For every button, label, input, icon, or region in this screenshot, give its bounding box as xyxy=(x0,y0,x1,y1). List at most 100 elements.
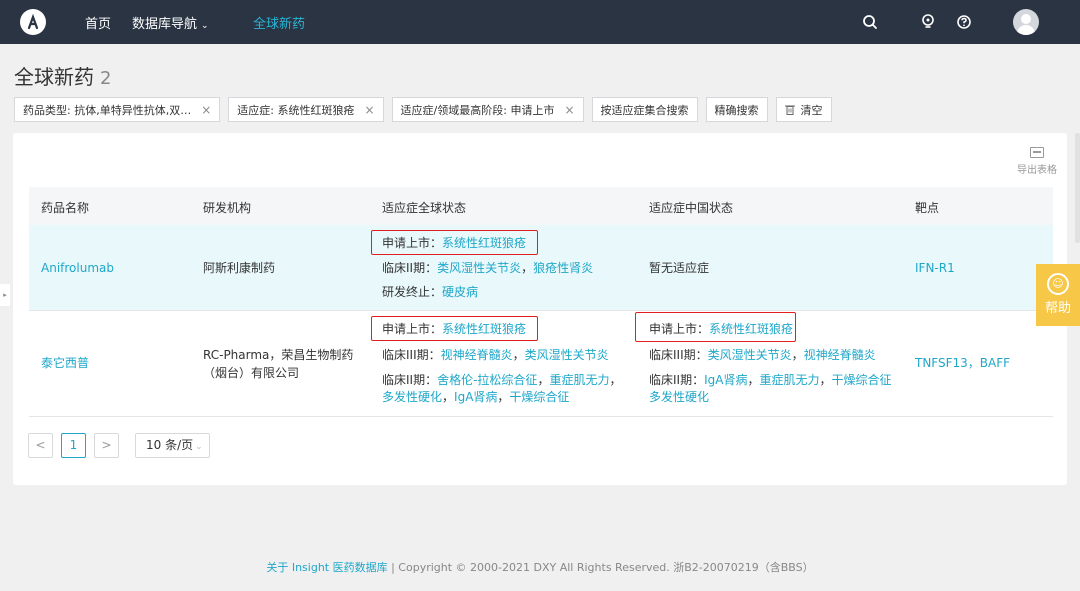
about-link[interactable]: 关于 Insight 医药数据库 xyxy=(266,561,387,574)
stage-label: 临床III期： xyxy=(649,348,708,362)
drug-name-link[interactable]: 泰它西普 xyxy=(41,355,89,372)
stage-label: 临床II期： xyxy=(382,373,438,387)
stage-label: 申请上市： xyxy=(382,236,443,250)
result-count: 2 xyxy=(100,68,112,89)
stage-label: 临床II期： xyxy=(649,373,705,387)
organization: 阿斯利康制药 xyxy=(203,261,276,275)
chevron-down-icon: ⌄ xyxy=(195,442,203,452)
china-status-line: 临床II期：IgA肾病，重症肌无力，干燥综合征 xyxy=(649,373,892,387)
drug-name-link[interactable]: Anifrolumab xyxy=(41,260,114,277)
next-page-button[interactable]: > xyxy=(94,433,119,458)
china-status-line: 临床III期：类风湿性关节炎，视神经脊髓炎 xyxy=(649,348,876,362)
global-status-line: 申请上市：系统性红斑狼疮 xyxy=(382,235,526,252)
indication-link[interactable]: 狼疮性肾炎 xyxy=(533,261,593,275)
header-organization: 研发机构 xyxy=(203,201,252,215)
chevron-down-icon: ⌄ xyxy=(201,21,209,31)
filter-chip-drug-type[interactable]: 药品类型: 抗体,单特异性抗体,双… × xyxy=(14,97,221,122)
stage-label: 临床II期： xyxy=(382,261,438,275)
indication-link[interactable]: 多发性硬化 xyxy=(382,390,442,404)
prev-page-button[interactable]: < xyxy=(28,433,53,458)
indication-link[interactable]: 类风湿性关节炎 xyxy=(525,348,609,362)
global-status-line: 临床II期：舍格伦-拉松综合征，重症肌无力， xyxy=(382,373,622,387)
global-status-line: 研发终止：硬皮病 xyxy=(382,284,478,301)
global-status-line: 申请上市：系统性红斑狼疮 xyxy=(382,321,526,338)
search-icon[interactable] xyxy=(860,12,880,32)
clear-button[interactable]: 清空 xyxy=(775,97,832,122)
precise-search-button[interactable]: 精确搜索 xyxy=(705,97,768,122)
china-status-line: 申请上市：系统性红斑狼疮 xyxy=(649,321,793,338)
indication-link[interactable]: 系统性红斑狼疮 xyxy=(442,322,526,336)
filter-chip-label: 适应症/领域最高阶段: 申请上市 xyxy=(400,103,555,117)
filter-chip-indication[interactable]: 适应症: 系统性红斑狼疮 × xyxy=(228,97,384,122)
stage-label: 研发终止： xyxy=(382,285,443,299)
filter-bar: 药品类型: 抗体,单特异性抗体,双… × 适应症: 系统性红斑狼疮 × 适应症/领域… xyxy=(14,97,832,122)
indication-link[interactable]: 多发性硬化 xyxy=(649,390,709,404)
indication-link[interactable]: 视神经脊髓炎 xyxy=(441,348,513,362)
china-status-line: 多发性硬化 xyxy=(649,389,709,406)
help-label: 帮助 xyxy=(1044,301,1071,316)
indication-link[interactable]: IgA肾病 xyxy=(704,373,747,387)
header-china-status: 适应症中国状态 xyxy=(649,201,734,215)
side-expand-tab[interactable]: ▸ xyxy=(0,284,10,306)
stage-label: 申请上市： xyxy=(382,322,443,336)
indication-link[interactable]: 干燥综合征 xyxy=(509,390,569,404)
logo[interactable] xyxy=(20,9,46,35)
indication-link[interactable]: IgA肾病 xyxy=(454,390,497,404)
table-header: 药品名称 研发机构 适应症全球状态 适应症中国状态 靶点 xyxy=(29,187,1053,225)
global-status-line: 临床III期：视神经脊髓炎，类风湿性关节炎 xyxy=(382,348,609,362)
indication-link[interactable]: 重症肌无力 xyxy=(759,373,819,387)
nav-database-navigation-label: 数据库导航 xyxy=(132,17,198,32)
results-card: 导出表格 药品名称 研发机构 适应症全球状态 适应症中国状态 靶点 Anifro… xyxy=(13,133,1067,485)
indication-link[interactable]: 重症肌无力 xyxy=(549,373,609,387)
filter-chip-label: 药品类型: 抗体,单特异性抗体,双… xyxy=(23,103,192,117)
export-icon xyxy=(1030,147,1044,158)
search-by-indication-set-button[interactable]: 按适应症集合搜索 xyxy=(591,97,698,122)
global-status-line: 临床II期：类风湿性关节炎，狼疮性肾炎 xyxy=(382,261,594,275)
footer: 关于 Insight 医药数据库 | Copyright © 2000-2021… xyxy=(0,559,1080,575)
trash-icon xyxy=(784,104,795,115)
scrollbar[interactable] xyxy=(1075,133,1080,243)
indication-link[interactable]: 视神经脊髓炎 xyxy=(804,348,876,362)
copyright-text: | Copyright © 2000-2021 DXY All Rights R… xyxy=(387,561,814,574)
global-status-line: 多发性硬化，IgA肾病，干燥综合征 xyxy=(382,390,570,404)
help-button[interactable]: ☺ 帮助 xyxy=(1036,264,1080,326)
header-drug-name: 药品名称 xyxy=(41,201,90,215)
page-button-current[interactable]: 1 xyxy=(61,433,86,458)
organization-line: RC-Pharma，荣昌生物制药 xyxy=(203,348,354,362)
indication-link[interactable]: 类风湿性关节炎 xyxy=(437,261,521,275)
stage-label: 申请上市： xyxy=(649,322,710,336)
indication-link[interactable]: 系统性红斑狼疮 xyxy=(442,236,526,250)
nav-global-new-drugs[interactable]: 全球新药 xyxy=(253,13,305,32)
indication-link[interactable]: 类风湿性关节炎 xyxy=(708,348,792,362)
top-navigation-bar: 首页 数据库导航 ⌄ 全球新药 xyxy=(0,0,1080,44)
indication-link[interactable]: 舍格伦-拉松综合征 xyxy=(437,373,537,387)
target-link[interactable]: TNFSF13，BAFF xyxy=(915,355,1010,372)
indication-link[interactable]: 硬皮病 xyxy=(442,285,478,299)
filter-chip-label: 适应症: 系统性红斑狼疮 xyxy=(237,103,355,117)
export-table-button[interactable]: 导出表格 xyxy=(1013,147,1061,176)
header-global-status: 适应症全球状态 xyxy=(382,201,467,215)
page-title-text: 全球新药 xyxy=(14,65,94,89)
close-icon[interactable]: × xyxy=(201,103,211,117)
organization-line: （烟台）有限公司 xyxy=(203,366,300,380)
indication-link[interactable]: 系统性红斑狼疮 xyxy=(709,322,793,336)
indication-link[interactable]: 干燥综合征 xyxy=(832,373,892,387)
china-status-empty: 暂无适应症 xyxy=(649,261,710,275)
filter-chip-highest-stage[interactable]: 适应症/领域最高阶段: 申请上市 × xyxy=(391,97,584,122)
clear-label: 清空 xyxy=(800,103,823,117)
close-icon[interactable]: × xyxy=(564,103,574,117)
help-circle-icon[interactable] xyxy=(954,12,974,32)
page-size-value: 10 条/页 xyxy=(146,438,194,452)
avatar-icon[interactable] xyxy=(1013,9,1039,35)
target-link[interactable]: IFN-R1 xyxy=(915,260,955,277)
close-icon[interactable]: × xyxy=(364,103,374,117)
help-icon: ☺ xyxy=(1047,273,1069,295)
bulb-icon[interactable] xyxy=(918,12,938,32)
nav-home[interactable]: 首页 xyxy=(85,13,111,32)
page-size-select[interactable]: 10 条/页 ⌄ xyxy=(135,433,210,458)
nav-database-navigation[interactable]: 数据库导航 ⌄ xyxy=(132,13,209,32)
page-title: 全球新药 2 xyxy=(14,61,111,90)
table-row[interactable]: Anifrolumab 阿斯利康制药 申请上市：系统性红斑狼疮 临床II期：类风… xyxy=(29,225,1053,311)
export-label: 导出表格 xyxy=(1017,165,1057,176)
table-row[interactable]: 泰它西普 RC-Pharma，荣昌生物制药 （烟台）有限公司 申请上市：系统性红… xyxy=(29,312,1053,417)
